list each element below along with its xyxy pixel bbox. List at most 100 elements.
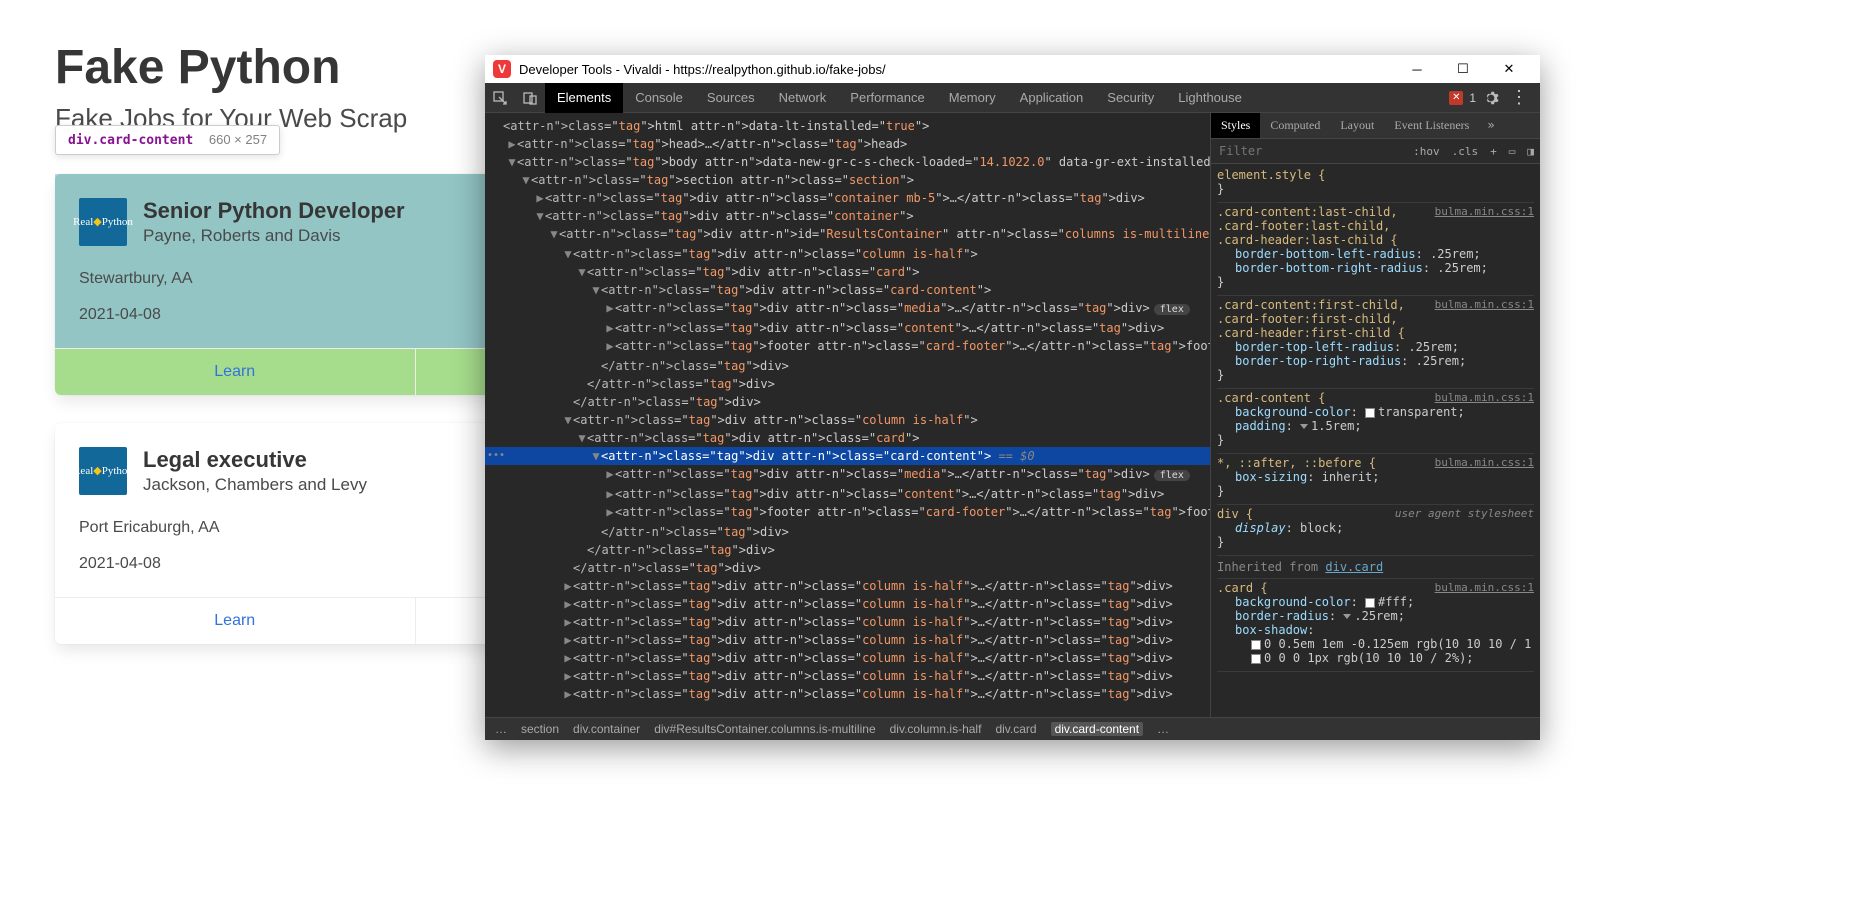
dom-node[interactable]: </attr-n">class="tag">div> (485, 523, 1210, 541)
css-rule[interactable]: element.style {} (1217, 166, 1534, 203)
tab-security[interactable]: Security (1095, 83, 1166, 113)
dom-node[interactable]: ▶<attr-n">class="tag">div attr-n">class=… (485, 613, 1210, 631)
window-title: Developer Tools - Vivaldi - https://real… (519, 62, 1386, 77)
job-title: Senior Python Developer (143, 198, 405, 224)
css-rule[interactable]: div {user agent stylesheetdisplay: block… (1217, 505, 1534, 556)
styles-rules[interactable]: element.style {}.card-content:last-child… (1211, 164, 1540, 717)
inspect-icon[interactable] (485, 83, 515, 113)
dom-breadcrumb[interactable]: … section div.container div#ResultsContaine… (485, 717, 1540, 740)
minimize-button[interactable]: ─ (1394, 56, 1440, 82)
dom-node[interactable]: </attr-n">class="tag">div> (485, 375, 1210, 393)
devtools-tabs: ElementsConsoleSourcesNetworkPerformance… (545, 83, 1449, 113)
job-company: Jackson, Chambers and Levy (143, 475, 367, 495)
styles-tab-event-listeners[interactable]: Event Listeners (1384, 113, 1479, 138)
dom-node[interactable]: ▶<attr-n">class="tag">head>…</attr-n">cl… (485, 135, 1210, 153)
dom-node[interactable]: ▶<attr-n">class="tag">footer attr-n">cla… (485, 503, 1210, 523)
devtools-window: V Developer Tools - Vivaldi - https://re… (485, 55, 1540, 740)
breadcrumb-item[interactable]: … (1157, 722, 1169, 736)
dom-node[interactable]: ▶<attr-n">class="tag">div attr-n">class=… (485, 631, 1210, 649)
dom-node[interactable]: ▶<attr-n">class="tag">div attr-n">class=… (485, 667, 1210, 685)
breadcrumb-item[interactable]: div.card (995, 722, 1036, 736)
dom-node[interactable]: </attr-n">class="tag">div> (485, 559, 1210, 577)
dom-node[interactable]: ▼<attr-n">class="tag">div attr-n">id="Re… (485, 225, 1210, 245)
tab-network[interactable]: Network (767, 83, 839, 113)
tab-console[interactable]: Console (623, 83, 695, 113)
device-icon[interactable]: ▭ (1503, 145, 1522, 158)
dom-tree-panel[interactable]: <attr-n">class="tag">html attr-n">data-l… (485, 113, 1210, 717)
dom-node[interactable]: <attr-n">class="tag">html attr-n">data-l… (485, 117, 1210, 135)
breadcrumb-item[interactable]: div.card-content (1051, 722, 1144, 736)
app-icon: V (493, 60, 511, 78)
dom-node[interactable]: ▶<attr-n">class="tag">div attr-n">class=… (485, 577, 1210, 595)
dom-node[interactable]: ▶<attr-n">class="tag">div attr-n">class=… (485, 485, 1210, 503)
sidebar-toggle-icon[interactable]: ◨ (1521, 145, 1540, 158)
job-title: Legal executive (143, 447, 367, 473)
tab-memory[interactable]: Memory (937, 83, 1008, 113)
dom-node[interactable]: ▼<attr-n">class="tag">div attr-n">class=… (485, 263, 1210, 281)
dom-node[interactable]: ▼<attr-n">class="tag">div attr-n">class=… (485, 207, 1210, 225)
dom-node[interactable]: ▼<attr-n">class="tag">div attr-n">class=… (485, 245, 1210, 263)
breadcrumb-item[interactable]: … (495, 722, 507, 736)
dom-node[interactable]: ▶<attr-n">class="tag">div attr-n">class=… (485, 595, 1210, 613)
error-badge-icon[interactable]: ✕ (1449, 91, 1463, 105)
styles-tab-layout[interactable]: Layout (1330, 113, 1384, 138)
dom-node[interactable]: ▶<attr-n">class="tag">footer attr-n">cla… (485, 337, 1210, 357)
dom-node[interactable]: ▼<attr-n">class="tag">section attr-n">cl… (485, 171, 1210, 189)
settings-icon[interactable] (1482, 89, 1500, 107)
breadcrumb-item[interactable]: div#ResultsContainer.columns.is-multilin… (654, 722, 875, 736)
tab-elements[interactable]: Elements (545, 83, 623, 113)
styles-tabs-more-icon[interactable]: » (1479, 113, 1502, 138)
learn-link[interactable]: Learn (55, 598, 416, 644)
error-count: 1 (1469, 91, 1476, 105)
hov-button[interactable]: :hov (1407, 145, 1446, 158)
cls-button[interactable]: .cls (1446, 145, 1485, 158)
css-rule[interactable]: .card {bulma.min.css:1background-color: … (1217, 579, 1534, 672)
dom-node[interactable]: ▶<attr-n">class="tag">div attr-n">class=… (485, 319, 1210, 337)
dom-node[interactable]: ▼<attr-n">class="tag">div attr-n">class=… (485, 281, 1210, 299)
dom-node[interactable]: </attr-n">class="tag">div> (485, 357, 1210, 375)
tab-performance[interactable]: Performance (838, 83, 936, 113)
styles-filter-row: :hov .cls + ▭ ◨ (1211, 139, 1540, 164)
breadcrumb-item[interactable]: div.container (573, 722, 640, 736)
css-rule[interactable]: .card-content {bulma.min.css:1background… (1217, 389, 1534, 454)
dom-node[interactable]: ▶<attr-n">class="tag">div attr-n">class=… (485, 189, 1210, 207)
dom-node[interactable]: ▶<attr-n">class="tag">div attr-n">class=… (485, 465, 1210, 485)
dom-node[interactable]: ▶<attr-n">class="tag">div attr-n">class=… (485, 649, 1210, 667)
css-rule[interactable]: .card-content:first-child, .card-footer:… (1217, 296, 1534, 389)
css-rule[interactable]: *, ::after, ::before {bulma.min.css:1box… (1217, 454, 1534, 505)
device-toggle-icon[interactable] (515, 83, 545, 113)
dom-node[interactable]: •••▼<attr-n">class="tag">div attr-n">cla… (485, 447, 1210, 465)
job-company: Payne, Roberts and Davis (143, 226, 405, 246)
styles-tab-styles[interactable]: Styles (1211, 113, 1260, 138)
company-logo: Real◆Python (79, 447, 127, 495)
company-logo: Real◆Python (79, 198, 127, 246)
tooltip-selector: div.card-content (68, 133, 193, 148)
dom-node[interactable]: </attr-n">class="tag">div> (485, 541, 1210, 559)
titlebar[interactable]: V Developer Tools - Vivaldi - https://re… (485, 55, 1540, 83)
maximize-button[interactable]: ☐ (1440, 56, 1486, 82)
inspector-tooltip: div.card-content 660 × 257 (55, 125, 280, 155)
breadcrumb-item[interactable]: section (521, 722, 559, 736)
css-rule[interactable]: .card-content:last-child, .card-footer:l… (1217, 203, 1534, 296)
styles-tabs: StylesComputedLayoutEvent Listeners» (1211, 113, 1540, 139)
tooltip-dimensions: 660 × 257 (209, 132, 267, 147)
devtools-toolbar: ElementsConsoleSourcesNetworkPerformance… (485, 83, 1540, 113)
add-rule-button[interactable]: + (1484, 145, 1503, 158)
styles-panel: StylesComputedLayoutEvent Listeners» :ho… (1210, 113, 1540, 717)
tab-application[interactable]: Application (1008, 83, 1096, 113)
more-icon[interactable]: ⋮ (1506, 87, 1532, 108)
dom-node[interactable]: ▶<attr-n">class="tag">div attr-n">class=… (485, 685, 1210, 703)
inherited-from: Inherited from div.card (1217, 556, 1534, 579)
breadcrumb-item[interactable]: div.column.is-half (890, 722, 982, 736)
styles-tab-computed[interactable]: Computed (1260, 113, 1330, 138)
dom-node[interactable]: ▼<attr-n">class="tag">div attr-n">class=… (485, 411, 1210, 429)
dom-node[interactable]: </attr-n">class="tag">div> (485, 393, 1210, 411)
tab-sources[interactable]: Sources (695, 83, 767, 113)
learn-link[interactable]: Learn (55, 349, 416, 395)
tab-lighthouse[interactable]: Lighthouse (1166, 83, 1254, 113)
dom-node[interactable]: ▶<attr-n">class="tag">div attr-n">class=… (485, 299, 1210, 319)
dom-node[interactable]: ▼<attr-n">class="tag">div attr-n">class=… (485, 429, 1210, 447)
close-button[interactable]: ✕ (1486, 56, 1532, 82)
dom-node[interactable]: ▼<attr-n">class="tag">body attr-n">data-… (485, 153, 1210, 171)
styles-filter-input[interactable] (1211, 139, 1407, 163)
